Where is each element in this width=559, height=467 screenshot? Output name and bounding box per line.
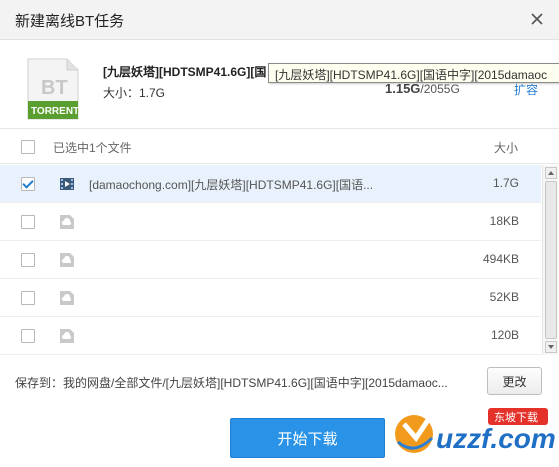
- scroll-down-arrow-icon: [548, 345, 554, 349]
- torrent-size: 大小：1.7G: [103, 86, 166, 100]
- scroll-up-button[interactable]: [545, 167, 557, 179]
- file-checkbox[interactable]: [21, 253, 35, 267]
- dialog-title: 新建离线BT任务: [15, 13, 125, 30]
- scroll-up-arrow-icon: [548, 171, 554, 175]
- file-list-scrollbar[interactable]: [542, 165, 558, 355]
- selected-count: 已选中1个文件: [53, 141, 132, 155]
- scroll-down-button[interactable]: [545, 341, 557, 353]
- file-row[interactable]: 52KB: [0, 279, 541, 317]
- change-path-button[interactable]: 更改: [487, 367, 542, 395]
- file-name: [damaochong.com][九层妖塔][HDTSMP41.6G][国语..…: [89, 178, 374, 192]
- close-icon[interactable]: [529, 11, 545, 27]
- title-bar: 新建离线BT任务: [0, 0, 559, 40]
- name-tooltip: [九层妖塔][HDTSMP41.6G][国语中字][2015damaoc: [268, 63, 559, 83]
- cloud-file-icon: [60, 215, 74, 229]
- file-size: 494KB: [482, 252, 519, 266]
- cloud-file-icon: [60, 253, 74, 267]
- file-size: 120B: [490, 328, 519, 342]
- file-row[interactable]: [damaochong.com][九层妖塔][HDTSMP41.6G][国语..…: [0, 165, 541, 203]
- file-row[interactable]: 494KB: [0, 241, 541, 279]
- size-column-header: 大小: [493, 141, 518, 155]
- watermark-text: uzzf.com: [436, 423, 556, 454]
- file-checkbox[interactable]: [21, 177, 35, 191]
- expand-link[interactable]: 扩容: [514, 81, 538, 98]
- watermark-badge: 东坡下载: [494, 411, 538, 424]
- start-download-button[interactable]: 开始下载: [230, 418, 385, 458]
- space-total: /2055G: [420, 82, 460, 96]
- torrent-name: [九层妖塔][HDTSMP41.6G][国: [103, 65, 267, 79]
- scrollbar-thumb[interactable]: [545, 181, 557, 339]
- file-row[interactable]: 120B: [0, 317, 541, 355]
- select-all-checkbox[interactable]: [21, 140, 35, 154]
- cloud-file-icon: [60, 329, 74, 343]
- file-row[interactable]: 18KB: [0, 203, 541, 241]
- file-size: 18KB: [489, 214, 519, 228]
- video-file-icon: [60, 178, 74, 190]
- file-size: 52KB: [489, 290, 519, 304]
- file-checkbox[interactable]: [21, 291, 35, 305]
- file-list: [damaochong.com][九层妖塔][HDTSMP41.6G][国语..…: [0, 165, 541, 355]
- file-list-header: 已选中1个文件 大小: [0, 128, 559, 164]
- file-checkbox[interactable]: [21, 215, 35, 229]
- uzzf-watermark-logo: uzzf.com 东坡下载: [395, 408, 556, 454]
- torrent-icon-text: BT: [41, 77, 68, 99]
- save-path: 保存到：我的网盘/全部文件/[九层妖塔][HDTSMP41.6G][国语中字][…: [15, 376, 448, 390]
- cloud-file-icon: [60, 291, 74, 305]
- file-size: 1.7G: [492, 176, 519, 190]
- space-used: 1.15G: [385, 81, 421, 96]
- storage-space: 1.15G/2055G: [385, 81, 460, 96]
- file-checkbox[interactable]: [21, 329, 35, 343]
- torrent-file-icon: BT TORRENT: [27, 58, 79, 120]
- torrent-icon-label: TORRENT: [31, 106, 79, 117]
